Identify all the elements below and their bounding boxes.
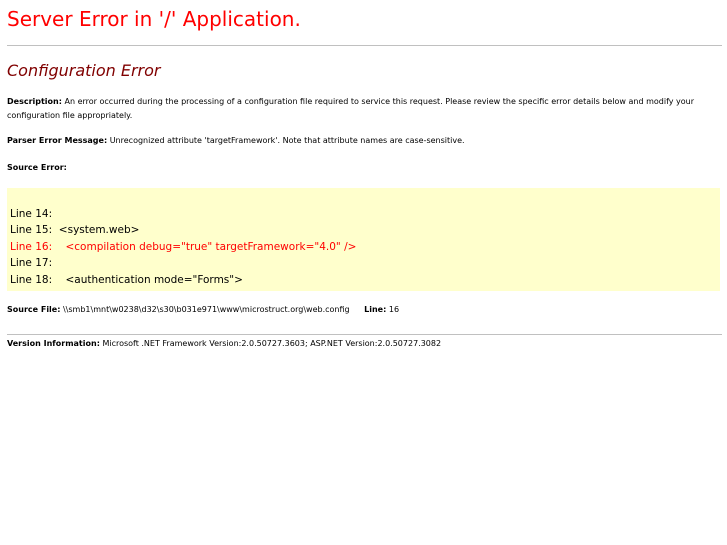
code-line-number: Line 18: (10, 274, 53, 286)
version-text: Microsoft .NET Framework Version:2.0.507… (102, 339, 442, 348)
source-file-label: Source File: (7, 305, 61, 314)
code-line: Line 17: (10, 255, 52, 271)
code-line-text: <system.web> (52, 224, 140, 236)
version-information: Version Information: Microsoft .NET Fram… (7, 337, 721, 351)
source-file-path: \\smb1\mnt\w0238\d32\s30\b031e971\www\mi… (62, 305, 350, 314)
source-line-number: 16 (388, 305, 400, 314)
code-line: Line 18: <authentication mode="Forms"> (10, 272, 243, 288)
source-code-block: Line 14: Line 15: <system.web> Line 16: … (7, 188, 720, 291)
description-text: An error occurred during the processing … (7, 97, 695, 120)
top-divider (7, 45, 722, 46)
code-line-text: <authentication mode="Forms"> (52, 274, 243, 286)
code-line: Line 15: <system.web> (10, 222, 139, 238)
version-label: Version Information: (7, 339, 100, 348)
parser-error-text: Unrecognized attribute 'targetFramework'… (109, 136, 465, 145)
error-heading: Configuration Error (7, 61, 161, 80)
source-line-label: Line: (364, 305, 387, 314)
code-line-highlighted: Line 16: <compilation debug="true" targe… (10, 239, 356, 255)
code-line-number: Line 16: (10, 241, 53, 253)
code-line-text: <compilation debug="true" targetFramewor… (52, 241, 357, 253)
source-file-info: Source File: \\smb1\mnt\w0238\d32\s30\b0… (7, 303, 721, 317)
description-label: Description: (7, 97, 62, 106)
source-error-section: Source Error: (7, 161, 721, 175)
code-line-number: Line 15: (10, 224, 53, 236)
parser-error-message: Parser Error Message: Unrecognized attri… (7, 134, 721, 148)
code-line-number: Line 14: (10, 208, 53, 220)
page-title: Server Error in '/' Application. (7, 7, 301, 31)
bottom-divider (7, 334, 722, 335)
code-line: Line 14: (10, 206, 52, 222)
parser-error-label: Parser Error Message: (7, 136, 108, 145)
error-description: Description: An error occurred during th… (7, 95, 721, 123)
code-line-number: Line 17: (10, 257, 53, 269)
source-error-label: Source Error: (7, 163, 67, 172)
